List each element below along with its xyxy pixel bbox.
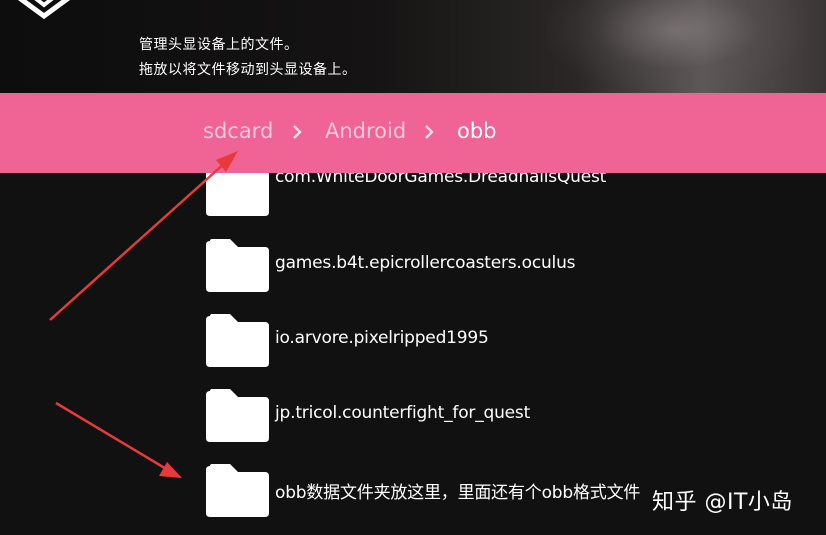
folder-icon — [206, 173, 269, 216]
file-name: games.b4t.epicrollercoasters.oculus — [275, 253, 576, 273]
instruction-text-2: 拖放以将文件移动到头显设备上。 — [139, 62, 357, 78]
header-glow — [546, 0, 806, 90]
list-item[interactable]: games.b4t.epicrollercoasters.oculus — [200, 239, 760, 299]
breadcrumb-item-obb[interactable]: obb — [457, 119, 497, 143]
list-item[interactable]: com.WhiteDoorGames.DreadhallsQuest — [200, 173, 760, 223]
folder-icon — [206, 314, 269, 367]
file-name: obb数据文件夹放这里，里面还有个obb格式文件 — [275, 483, 641, 503]
chevron-right-icon — [293, 125, 302, 139]
folder-icon — [206, 389, 269, 442]
folder-icon — [206, 464, 269, 517]
instruction-text-1: 管理头显设备上的文件。 — [139, 37, 299, 53]
folder-icon — [206, 239, 269, 292]
breadcrumb — [0, 93, 826, 173]
file-list: com.WhiteDoorGames.DreadhallsQuest games… — [0, 173, 826, 535]
breadcrumb-item-android[interactable]: Android — [325, 119, 406, 143]
file-name: jp.tricol.counterfight_for_quest — [275, 403, 531, 423]
list-item[interactable]: io.arvore.pixelripped1995 — [200, 314, 760, 374]
chevron-right-icon — [425, 125, 434, 139]
app-logo-icon — [17, 0, 71, 20]
file-name: com.WhiteDoorGames.DreadhallsQuest — [275, 173, 607, 187]
breadcrumb-item-sdcard[interactable]: sdcard — [203, 119, 273, 143]
header: 管理头显设备上的文件。 拖放以将文件移动到头显设备上。 — [0, 0, 826, 93]
watermark: 知乎 @IT小岛 — [652, 490, 793, 515]
file-name: io.arvore.pixelripped1995 — [275, 328, 489, 348]
list-item[interactable]: jp.tricol.counterfight_for_quest — [200, 389, 760, 449]
